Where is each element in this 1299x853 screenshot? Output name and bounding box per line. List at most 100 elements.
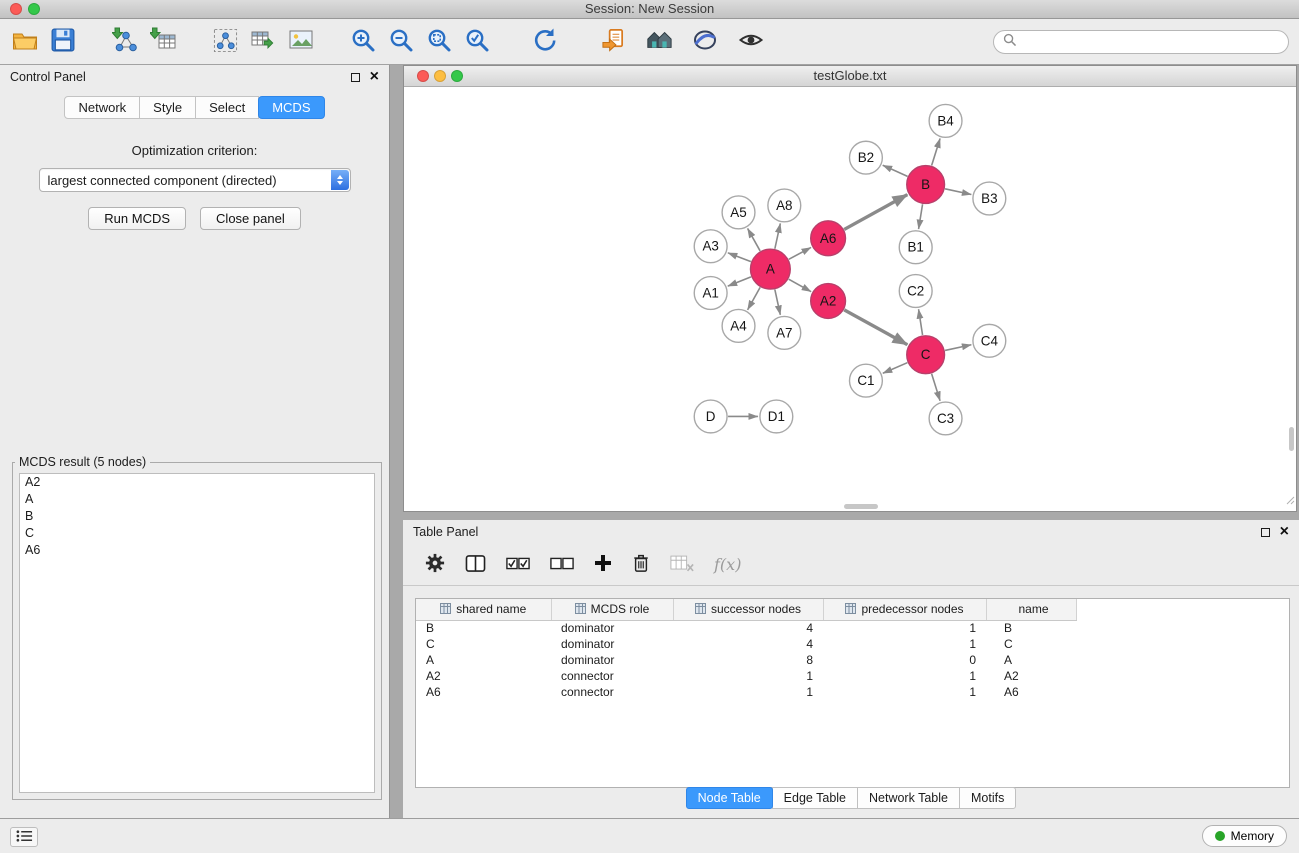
run-mcds-button[interactable]: Run MCDS: [88, 207, 186, 230]
open-file-button[interactable]: [6, 23, 44, 61]
edge-A2-C[interactable]: [844, 310, 907, 345]
tab-style[interactable]: Style: [139, 96, 196, 119]
resize-grip[interactable]: [1284, 492, 1295, 510]
node-B1[interactable]: B1: [899, 231, 932, 264]
mcds-result-item[interactable]: B: [20, 508, 374, 525]
zoom-selected-button[interactable]: [458, 23, 496, 61]
network-zoom-button[interactable]: [451, 70, 463, 82]
horizontal-scrollbar-thumb[interactable]: [844, 504, 878, 509]
table-row[interactable]: Cdominator41C: [416, 636, 1289, 652]
memory-button[interactable]: Memory: [1202, 825, 1287, 847]
vertical-scrollbar-thumb[interactable]: [1289, 427, 1294, 451]
network-minimize-button[interactable]: [434, 70, 446, 82]
column-visibility-button[interactable]: [465, 554, 486, 576]
save-session-button[interactable]: [44, 23, 82, 61]
refresh-view-button[interactable]: [526, 23, 564, 61]
node-A8[interactable]: A8: [768, 189, 801, 222]
table-row[interactable]: A2connector11A2: [416, 668, 1289, 684]
column-header-successor-nodes[interactable]: successor nodes: [673, 599, 823, 620]
edge-C-C2[interactable]: [919, 309, 923, 335]
search-field[interactable]: [993, 30, 1289, 54]
edge-B-B3[interactable]: [945, 189, 971, 195]
node-A[interactable]: A: [750, 249, 790, 289]
float-panel-icon[interactable]: [351, 73, 360, 82]
delete-table-button[interactable]: [670, 554, 694, 576]
edge-C-C3[interactable]: [932, 374, 940, 401]
column-header-name[interactable]: name: [986, 599, 1076, 620]
node-A5[interactable]: A5: [722, 196, 755, 229]
delete-column-button[interactable]: [632, 553, 650, 576]
network-graph[interactable]: AA6A2BCA1A3A4A5A7A8B1B2B3B4C1C2C3C4DD1: [404, 87, 1296, 511]
edge-A-A1[interactable]: [728, 277, 751, 286]
table-row[interactable]: Adominator80A: [416, 652, 1289, 668]
node-C3[interactable]: C3: [929, 402, 962, 435]
node-A1[interactable]: A1: [694, 277, 727, 310]
show-graphics-details-button[interactable]: [732, 23, 770, 61]
import-table-button[interactable]: [144, 23, 182, 61]
zoom-out-button[interactable]: [382, 23, 420, 61]
tab-edge-table[interactable]: Edge Table: [772, 787, 858, 809]
column-header-predecessor-nodes[interactable]: predecessor nodes: [823, 599, 986, 620]
column-header-shared-name[interactable]: shared name: [416, 599, 551, 620]
edge-A-A6[interactable]: [789, 247, 811, 259]
create-column-button[interactable]: [594, 554, 612, 575]
function-builder-button[interactable]: f(x): [714, 555, 741, 574]
ndex-documents-button[interactable]: [594, 23, 632, 61]
tab-network-table[interactable]: Network Table: [857, 787, 960, 809]
ndex-home-button[interactable]: [640, 23, 678, 61]
network-window-titlebar[interactable]: testGlobe.txt: [404, 66, 1296, 87]
node-D[interactable]: D: [694, 400, 727, 433]
app-zoom-button[interactable]: [28, 3, 40, 15]
node-C[interactable]: C: [907, 336, 945, 374]
zoom-fit-button[interactable]: [420, 23, 458, 61]
edge-A-A4[interactable]: [748, 287, 761, 309]
column-header-mcds-role[interactable]: MCDS role: [551, 599, 673, 620]
criterion-dropdown[interactable]: largest connected component (directed): [39, 168, 351, 192]
node-B[interactable]: B: [907, 166, 945, 204]
cybrowser-button[interactable]: [686, 23, 724, 61]
edge-A-A7[interactable]: [775, 290, 780, 315]
tab-network[interactable]: Network: [64, 96, 140, 119]
edge-A6-B[interactable]: [844, 195, 907, 230]
node-B2[interactable]: B2: [850, 141, 883, 174]
node-C4[interactable]: C4: [973, 324, 1006, 357]
float-table-panel-icon[interactable]: [1261, 528, 1270, 537]
node-A3[interactable]: A3: [694, 230, 727, 263]
node-A7[interactable]: A7: [768, 316, 801, 349]
mcds-result-item[interactable]: A6: [20, 542, 374, 559]
node-A2[interactable]: A2: [811, 284, 846, 319]
search-input[interactable]: [1022, 35, 1279, 49]
node-B3[interactable]: B3: [973, 182, 1006, 215]
edge-B-B1[interactable]: [919, 204, 923, 229]
node-C1[interactable]: C1: [850, 364, 883, 397]
tab-mcds[interactable]: MCDS: [258, 96, 324, 119]
edge-A-A2[interactable]: [789, 279, 811, 291]
deselect-all-rows-button[interactable]: [550, 557, 574, 573]
mcds-result-item[interactable]: C: [20, 525, 374, 542]
table-row[interactable]: A6connector11A6: [416, 684, 1289, 700]
export-image-button[interactable]: [282, 23, 320, 61]
table-settings-button[interactable]: [425, 553, 445, 576]
network-close-button[interactable]: [417, 70, 429, 82]
tab-select[interactable]: Select: [195, 96, 259, 119]
tab-node-table[interactable]: Node Table: [686, 787, 773, 809]
edge-B-B4[interactable]: [932, 138, 940, 165]
export-table-button[interactable]: [244, 23, 282, 61]
tab-motifs[interactable]: Motifs: [959, 787, 1016, 809]
node-C2[interactable]: C2: [899, 275, 932, 308]
zoom-in-button[interactable]: [344, 23, 382, 61]
edge-A-A8[interactable]: [775, 223, 780, 248]
mcds-result-item[interactable]: A: [20, 491, 374, 508]
close-panel-button[interactable]: Close panel: [200, 207, 301, 230]
node-A6[interactable]: A6: [811, 221, 846, 256]
app-close-button[interactable]: [10, 3, 22, 15]
close-table-panel-icon[interactable]: ×: [1280, 526, 1289, 538]
new-network-from-selection-button[interactable]: [206, 23, 244, 61]
network-canvas[interactable]: AA6A2BCA1A3A4A5A7A8B1B2B3B4C1C2C3C4DD1: [404, 87, 1296, 511]
edge-B-B2[interactable]: [883, 165, 908, 176]
node-D1[interactable]: D1: [760, 400, 793, 433]
node-A4[interactable]: A4: [722, 309, 755, 342]
edge-A-A3[interactable]: [728, 253, 751, 262]
mcds-result-item[interactable]: A2: [20, 474, 374, 491]
edge-C-C1[interactable]: [883, 363, 907, 374]
